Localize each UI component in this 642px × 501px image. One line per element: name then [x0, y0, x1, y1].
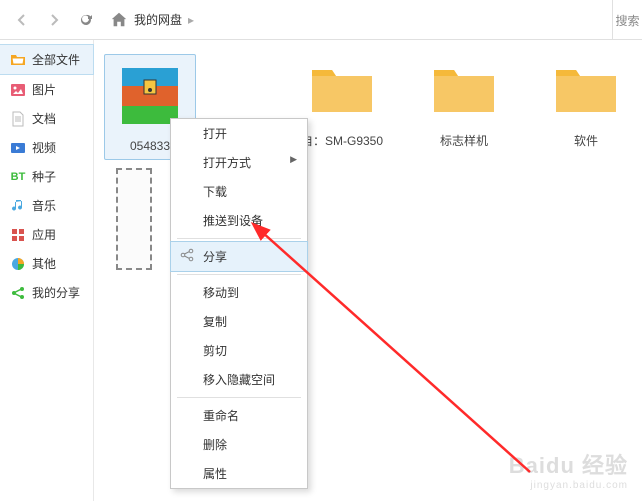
document-icon — [10, 111, 26, 127]
share-icon — [10, 285, 26, 301]
sidebar-item-apps[interactable]: 应用 — [0, 220, 93, 249]
nav-forward-button[interactable] — [40, 6, 68, 34]
search-input[interactable]: 搜索 — [612, 0, 642, 40]
sidebar-item-label: 全部文件 — [32, 51, 80, 68]
menu-item-delete[interactable]: 删除 — [171, 430, 307, 459]
sidebar-item-my-shares[interactable]: 我的分享 — [0, 278, 93, 307]
watermark-brand: Baidu 经验 — [509, 448, 628, 480]
menu-item-download[interactable]: 下载 — [171, 177, 307, 206]
sidebar-item-label: 种子 — [32, 168, 56, 185]
sidebar: 全部文件 图片 文档 视频 BT 种子 音乐 应用 其他 — [0, 40, 94, 501]
file-label: 自：SM-G9350 — [296, 132, 388, 149]
file-item-folder[interactable]: 标志样机 — [418, 54, 510, 149]
sidebar-item-pictures[interactable]: 图片 — [0, 75, 93, 104]
file-label: 标志样机 — [418, 132, 510, 149]
music-icon — [10, 198, 26, 214]
sidebar-item-label: 应用 — [32, 226, 56, 243]
refresh-button[interactable] — [72, 6, 100, 34]
folder-icon — [307, 54, 377, 124]
video-icon — [10, 140, 26, 156]
menu-item-properties[interactable]: 属性 — [171, 459, 307, 488]
apps-icon — [10, 227, 26, 243]
selection-marquee — [116, 168, 152, 270]
watermark-sub: jingyan.baidu.com — [509, 480, 628, 491]
menu-separator — [177, 397, 301, 398]
menu-separator — [177, 274, 301, 275]
sidebar-item-documents[interactable]: 文档 — [0, 104, 93, 133]
folder-icon — [551, 54, 621, 124]
pie-icon — [10, 256, 26, 272]
image-icon — [10, 82, 26, 98]
menu-item-rename[interactable]: 重命名 — [171, 401, 307, 430]
context-menu: 打开 打开方式 下载 推送到设备 分享 移动到 复制 剪切 移入隐藏空间 重命名… — [170, 118, 308, 489]
sidebar-item-label: 音乐 — [32, 197, 56, 214]
nav-back-button[interactable] — [8, 6, 36, 34]
sidebar-item-all-files[interactable]: 全部文件 — [0, 44, 94, 75]
home-icon — [110, 11, 128, 29]
share-icon — [179, 247, 195, 263]
folder-open-icon — [10, 52, 26, 68]
menu-item-move-to[interactable]: 移动到 — [171, 278, 307, 307]
menu-item-push-to-device[interactable]: 推送到设备 — [171, 206, 307, 235]
sidebar-item-label: 图片 — [32, 81, 56, 98]
sidebar-item-other[interactable]: 其他 — [0, 249, 93, 278]
menu-item-move-to-hidden[interactable]: 移入隐藏空间 — [171, 365, 307, 394]
sidebar-item-bt[interactable]: BT 种子 — [0, 162, 93, 191]
file-item-folder[interactable]: 自：SM-G9350 — [296, 54, 388, 149]
file-item-folder[interactable]: 软件 — [540, 54, 632, 149]
sidebar-item-music[interactable]: 音乐 — [0, 191, 93, 220]
folder-icon — [429, 54, 499, 124]
bt-icon: BT — [10, 169, 26, 185]
breadcrumb-sep: ▸ — [182, 13, 200, 27]
file-label: 软件 — [540, 132, 632, 149]
breadcrumb[interactable]: 我的网盘 ▸ — [104, 0, 634, 39]
sidebar-item-videos[interactable]: 视频 — [0, 133, 93, 162]
menu-item-open[interactable]: 打开 — [171, 119, 307, 148]
sidebar-item-label: 文档 — [32, 110, 56, 127]
watermark: Baidu 经验 jingyan.baidu.com — [509, 448, 628, 491]
menu-item-cut[interactable]: 剪切 — [171, 336, 307, 365]
menu-item-open-with[interactable]: 打开方式 — [171, 148, 307, 177]
sidebar-item-label: 其他 — [32, 255, 56, 272]
menu-item-share[interactable]: 分享 — [170, 241, 308, 272]
sidebar-item-label: 我的分享 — [32, 284, 80, 301]
menu-item-copy[interactable]: 复制 — [171, 307, 307, 336]
menu-separator — [177, 238, 301, 239]
breadcrumb-root[interactable]: 我的网盘 — [134, 11, 182, 28]
sidebar-item-label: 视频 — [32, 139, 56, 156]
